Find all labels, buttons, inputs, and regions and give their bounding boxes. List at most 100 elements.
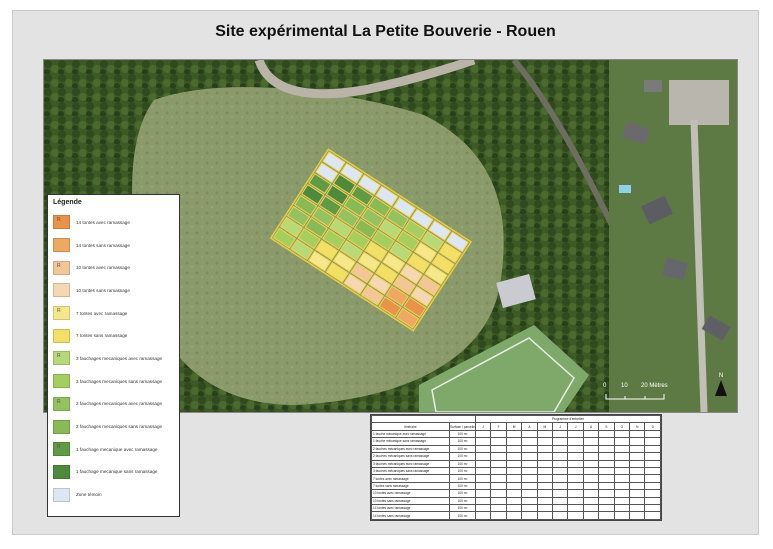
schedule-row-label: 3 fauches mécaniques avec ramassage	[371, 459, 450, 468]
schedule-cell	[567, 437, 584, 446]
schedule-row: 3 fauches mécaniques avec ramassage 100 m…	[371, 459, 661, 468]
schedule-cell	[536, 429, 554, 439]
schedule-cell	[567, 429, 584, 439]
schedule-row: 2 fauches mécaniques avec ramassage 100 m…	[371, 444, 661, 454]
schedule-cell	[582, 444, 600, 454]
schedule-cell	[567, 466, 584, 476]
scale-bar: 0 10 20 Mètres	[603, 383, 683, 405]
schedule-row-area: 100 m²	[449, 511, 476, 520]
schedule-cell	[567, 481, 584, 491]
schedule-cell	[567, 474, 584, 483]
schedule-row-label: 14 tontes sans ramassage	[371, 511, 450, 520]
schedule-cell	[629, 429, 646, 439]
schedule-cell	[505, 481, 523, 491]
schedule-row-area: 100 m²	[449, 481, 476, 491]
schedule-cell	[598, 474, 615, 483]
schedule-cell	[629, 474, 646, 483]
legend-swatch	[53, 464, 70, 479]
schedule-cell	[505, 452, 523, 461]
schedule-cell	[552, 459, 569, 468]
legend-swatch: R	[53, 442, 70, 457]
schedule-cell	[582, 459, 600, 468]
schedule-row-area: 100 m²	[449, 444, 476, 454]
schedule-cell	[613, 489, 631, 498]
legend-swatch: R	[53, 306, 70, 321]
schedule-cell	[644, 481, 661, 491]
schedule-cell	[505, 511, 523, 520]
legend-item: 2 fauchages mecaniques sans ramassage	[53, 415, 174, 438]
schedule-header-treatment: Itinéraire	[371, 422, 450, 431]
schedule-cell	[505, 444, 523, 454]
schedule-cell	[505, 466, 523, 476]
scale-label-0: 0	[603, 383, 607, 389]
legend-swatch: R	[53, 351, 70, 366]
schedule-cell	[505, 489, 523, 498]
schedule-cell	[474, 459, 492, 468]
schedule-row-area: 100 m²	[449, 459, 476, 468]
schedule-cell	[521, 489, 538, 498]
schedule-cell	[644, 429, 661, 439]
north-arrow: N	[713, 373, 729, 403]
schedule-cell	[536, 496, 554, 506]
schedule-cell	[613, 452, 631, 461]
schedule-row: 7 tontes avec ramassage 100 m²	[371, 474, 661, 483]
schedule-cell	[629, 444, 646, 454]
legend-title: Légende	[53, 199, 82, 206]
schedule-cell	[552, 511, 569, 520]
map-title: Site expérimental La Petite Bouverie - R…	[215, 23, 556, 40]
schedule-month: D	[644, 422, 661, 431]
schedule-row-label: 2 fauches mécaniques sans ramassage	[371, 452, 450, 461]
schedule-cell	[521, 444, 538, 454]
legend-swatch: R	[53, 260, 70, 275]
schedule-cell	[490, 474, 507, 483]
schedule-cell	[521, 466, 538, 476]
schedule-row-label: 10 tontes avec ramassage	[371, 489, 450, 498]
schedule-cell	[490, 452, 507, 461]
schedule-cell	[613, 511, 631, 520]
legend-label: 7 tontes avec ramassage	[76, 310, 128, 316]
legend-swatch-mark: R	[57, 398, 61, 405]
schedule-cell	[567, 504, 584, 513]
schedule-cell	[552, 489, 569, 498]
schedule-cell	[552, 466, 569, 476]
schedule-cell	[505, 429, 523, 439]
legend-swatch	[53, 487, 70, 502]
schedule-row-area: 100 m²	[449, 466, 476, 476]
legend-item: Zone témoin	[53, 483, 174, 506]
schedule-cell	[567, 489, 584, 498]
legend-label: 3 fauchages mecaniques avec ramassage	[76, 355, 163, 361]
legend-swatch-mark: R	[57, 444, 61, 451]
schedule-cell	[644, 452, 661, 461]
schedule-cell	[582, 489, 600, 498]
schedule-cell	[629, 496, 646, 506]
schedule-cell	[582, 437, 600, 446]
schedule-cell	[567, 444, 584, 454]
schedule-month: M	[505, 422, 523, 431]
schedule-row-label: 2 fauches mécaniques avec ramassage	[371, 444, 450, 454]
schedule-row-area: 100 m²	[449, 452, 476, 461]
legend-swatch	[53, 419, 70, 434]
schedule-row: 1 fauche mécanique avec ramassage 100 m²	[371, 429, 661, 439]
legend-item: 1 fauchage mecanique sans ramassage	[53, 461, 174, 484]
schedule-cell	[521, 429, 538, 439]
legend-swatch-mark: R	[57, 262, 61, 269]
schedule-row: 7 tontes sans ramassage 100 m²	[371, 481, 661, 491]
schedule-cell	[521, 504, 538, 513]
schedule-cell	[521, 452, 538, 461]
schedule-cell	[490, 504, 507, 513]
schedule-row-area: 100 m²	[449, 489, 476, 498]
schedule-cell	[629, 466, 646, 476]
schedule-cell	[598, 511, 615, 520]
legend-item: R 10 tontes avec ramassage	[53, 256, 174, 279]
legend-label: 1 fauchage mecanique sans ramassage	[76, 469, 158, 475]
schedule-cell	[505, 504, 523, 513]
schedule-month: A	[582, 422, 600, 431]
schedule-cell	[598, 459, 615, 468]
schedule-row: 14 tontes sans ramassage 100 m²	[371, 511, 661, 520]
legend-label: 14 tontes avec ramassage	[76, 219, 130, 225]
schedule-cell	[474, 474, 492, 483]
schedule-cell	[598, 444, 615, 454]
schedule-cell	[552, 452, 569, 461]
schedule-row-area: 100 m²	[449, 437, 476, 446]
schedule-cell	[582, 466, 600, 476]
